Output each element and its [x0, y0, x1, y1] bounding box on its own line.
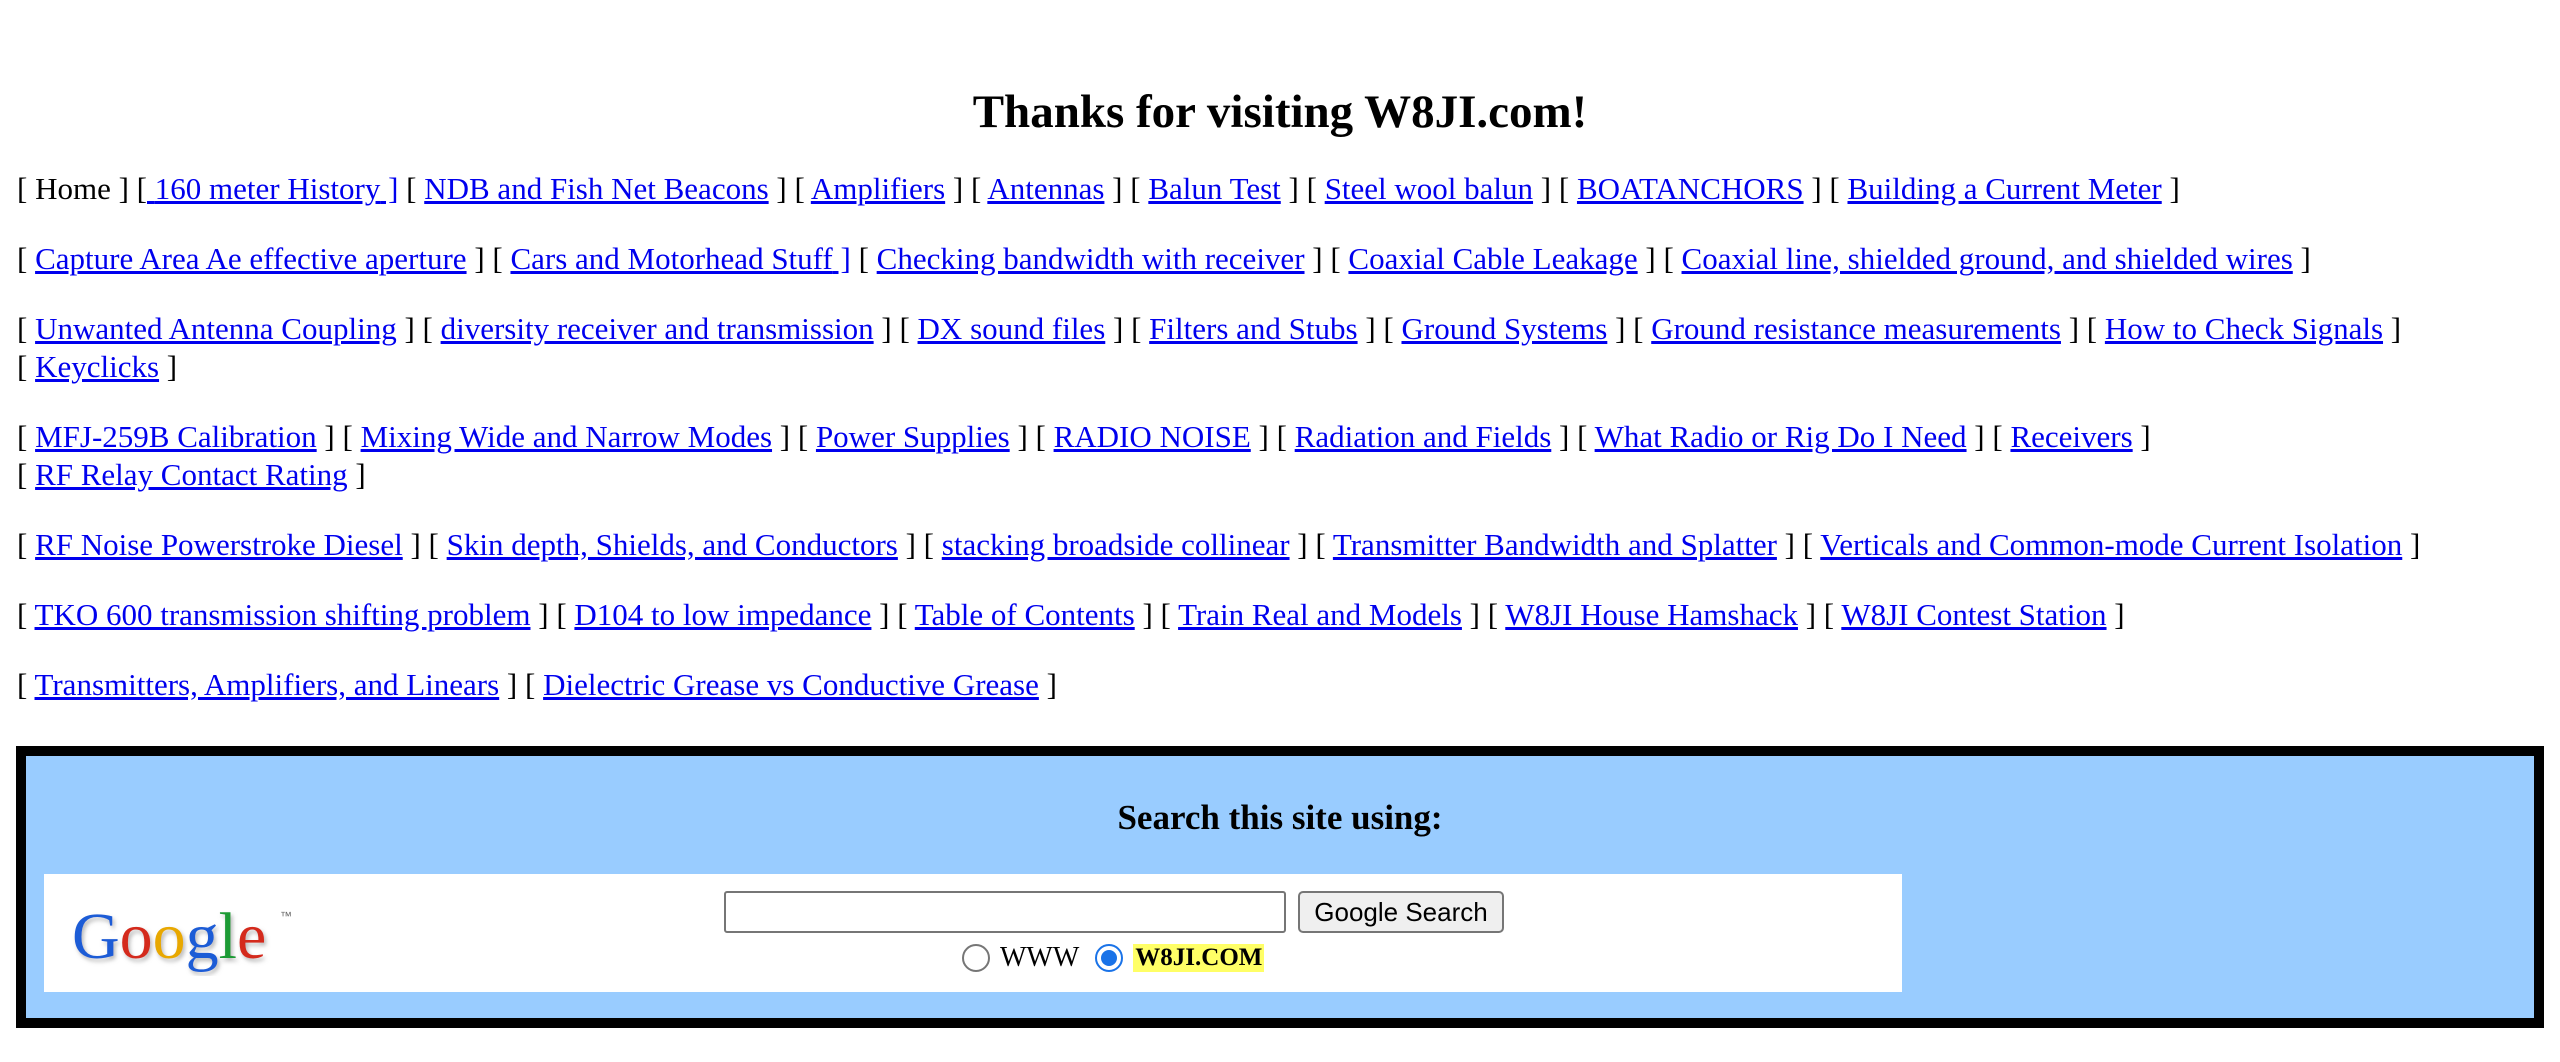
nav-link-train-models[interactable]: Train Real and Models	[1178, 597, 1462, 632]
nav-link-antennas[interactable]: Antennas	[987, 171, 1104, 206]
nav-link-current-meter[interactable]: Building a Current Meter	[1847, 171, 2161, 206]
nav-link-160-meter-history[interactable]: 160 meter History ]	[147, 171, 399, 206]
nav-link-dielectric-grease[interactable]: Dielectric Grease vs Conductive Grease	[543, 667, 1039, 702]
search-box: Search this site using: Google ™ Google …	[16, 746, 2544, 1028]
nav-link-amplifiers[interactable]: Amplifiers	[811, 171, 945, 206]
nav-link-power-supplies[interactable]: Power Supplies	[816, 419, 1010, 454]
nav-link-tko-600[interactable]: TKO 600 transmission shifting problem	[35, 597, 531, 632]
radio-site[interactable]	[1095, 944, 1124, 972]
nav-link-coaxial-shielded[interactable]: Coaxial line, shielded ground, and shiel…	[1682, 241, 2293, 276]
nav-row: [ Unwanted Antenna Coupling ] [ diversit…	[17, 311, 2402, 384]
nav-link-keyclicks[interactable]: Keyclicks	[35, 349, 159, 384]
page-title: Thanks for visiting W8JI.com!	[972, 86, 1588, 138]
nav-link-rf-relay[interactable]: RF Relay Contact Rating	[35, 457, 348, 492]
nav-row: [ Transmitters, Amplifiers, and Linears …	[17, 667, 1057, 702]
svg-text:Google: Google	[72, 900, 266, 973]
nav-link-antenna-coupling[interactable]: Unwanted Antenna Coupling	[35, 311, 397, 346]
nav-link-diversity-receiver[interactable]: diversity receiver and transmission	[441, 311, 874, 346]
nav-row: [ RF Noise Powerstroke Diesel ] [ Skin d…	[17, 527, 2421, 562]
radio-www-label: WWW	[1000, 942, 1080, 973]
google-logo[interactable]: Google ™	[66, 896, 306, 976]
nav-links: [ Home ] [ 160 meter History ] [ NDB and…	[17, 170, 2537, 736]
nav-row: [ MFJ-259B Calibration ] [ Mixing Wide a…	[17, 419, 2151, 492]
nav-link-checking-bandwidth[interactable]: Checking bandwidth with receiver	[877, 241, 1305, 276]
nav-link-what-radio[interactable]: What Radio or Rig Do I Need	[1595, 419, 1967, 454]
nav-link-rf-noise-diesel[interactable]: RF Noise Powerstroke Diesel	[35, 527, 403, 562]
nav-link-radiation-fields[interactable]: Radiation and Fields	[1295, 419, 1552, 454]
nav-link-transmitters-amplifiers[interactable]: Transmitters, Amplifiers, and Linears	[35, 667, 500, 702]
nav-link-steel-wool-balun[interactable]: Steel wool balun	[1325, 171, 1533, 206]
radio-site-label: W8JI.COM	[1133, 944, 1265, 972]
nav-link-house-hamshack[interactable]: W8JI House Hamshack	[1505, 597, 1798, 632]
nav-link-contest-station[interactable]: W8JI Contest Station	[1841, 597, 2106, 632]
nav-link-transmitter-bandwidth[interactable]: Transmitter Bandwidth and Splatter	[1333, 527, 1777, 562]
nav-link-receivers[interactable]: Receivers	[2010, 419, 2132, 454]
nav-link-boatanchors[interactable]: BOATANCHORS	[1577, 171, 1804, 206]
google-search-button[interactable]: Google Search	[1298, 891, 1504, 933]
radio-www[interactable]	[962, 944, 990, 972]
nav-link-stacking-collinear[interactable]: stacking broadside collinear	[942, 527, 1290, 562]
nav-link-skin-depth[interactable]: Skin depth, Shields, and Conductors	[447, 527, 898, 562]
nav-link-mfj-259b[interactable]: MFJ-259B Calibration	[35, 419, 317, 454]
nav-link-coaxial-leakage[interactable]: Coaxial Cable Leakage	[1348, 241, 1637, 276]
nav-link-capture-area[interactable]: Capture Area Ae effective aperture	[35, 241, 466, 276]
nav-link-cars-motorhead[interactable]: Cars and Motorhead Stuff ]	[510, 241, 850, 276]
search-panel: Google ™ Google Search WWW W8JI.COM	[44, 874, 1902, 992]
nav-link-verticals[interactable]: Verticals and Common-mode Current Isolat…	[1820, 527, 2402, 562]
nav-link-filters-stubs[interactable]: Filters and Stubs	[1149, 311, 1357, 346]
nav-link-d104[interactable]: D104 to low impedance	[574, 597, 871, 632]
nav-home: Home	[35, 171, 111, 206]
nav-link-radio-noise[interactable]: RADIO NOISE	[1054, 419, 1251, 454]
nav-row: [ TKO 600 transmission shifting problem …	[17, 597, 2125, 632]
search-scope: WWW W8JI.COM	[954, 936, 1265, 980]
nav-link-mixing-modes[interactable]: Mixing Wide and Narrow Modes	[361, 419, 772, 454]
nav-link-table-of-contents[interactable]: Table of Contents	[915, 597, 1135, 632]
nav-link-balun-test[interactable]: Balun Test	[1148, 171, 1280, 206]
nav-link-ground-resistance[interactable]: Ground resistance measurements	[1651, 311, 2061, 346]
nav-link-ground-systems[interactable]: Ground Systems	[1401, 311, 1607, 346]
nav-link-ndb-beacons[interactable]: NDB and Fish Net Beacons	[424, 171, 768, 206]
search-input[interactable]	[724, 891, 1286, 933]
nav-link-dx-sound[interactable]: DX sound files	[918, 311, 1106, 346]
nav-row: [ Capture Area Ae effective aperture ] […	[17, 241, 2311, 276]
nav-link-check-signals[interactable]: How to Check Signals	[2105, 311, 2383, 346]
nav-row: [ Home ] [ 160 meter History ] [ NDB and…	[17, 171, 2180, 206]
svg-text:™: ™	[280, 909, 292, 923]
search-heading: Search this site using:	[1117, 798, 1443, 837]
